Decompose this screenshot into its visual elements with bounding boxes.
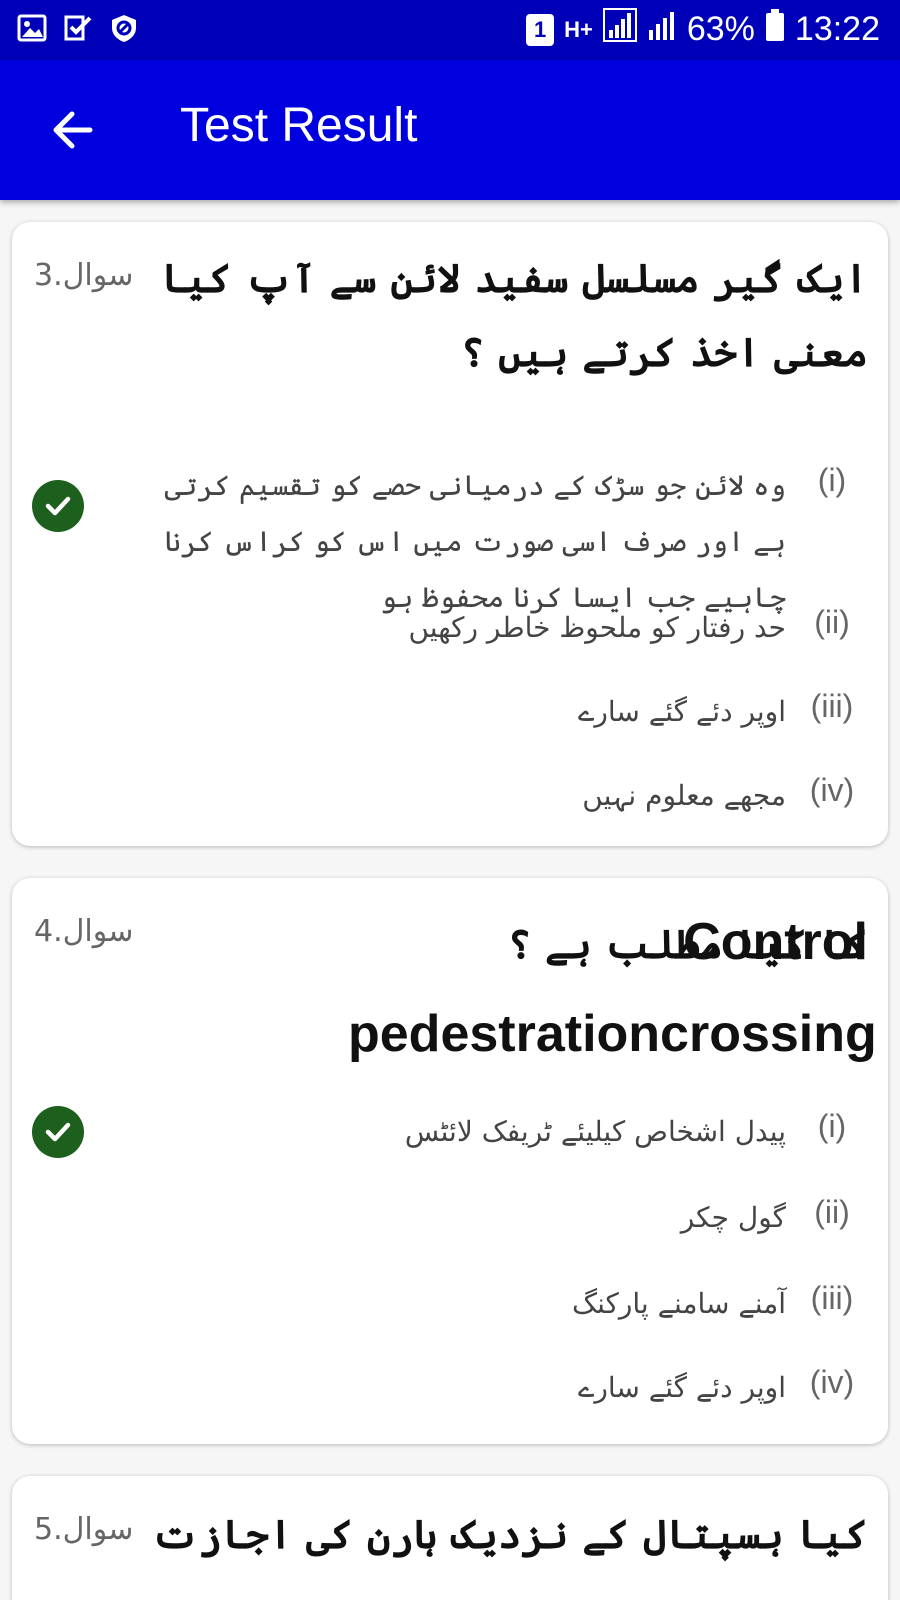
question-text: ایک گیر مسلسل سفید لائن سے آپ کیا معنی ا… — [161, 255, 868, 376]
option-item: (iv) مجھے معلوم نہیں — [68, 768, 868, 824]
battery-percent: 63% — [686, 10, 755, 48]
option-text: گول چکر — [680, 1201, 786, 1234]
check-list-icon — [62, 12, 94, 44]
option-label: (iv) — [809, 772, 855, 808]
option-item: (iii) اوپر دئے گئے سارے — [68, 684, 868, 740]
signal-icon — [602, 8, 637, 51]
question-card: 4.سوال کا کیا مطلب ہے ؟ Control pedestra… — [12, 878, 888, 1444]
option-label: (iii) — [810, 688, 854, 724]
option-label: (ii) — [814, 1194, 850, 1230]
option-item: (iii) آمنے سامنے پارکنگ — [68, 1276, 868, 1332]
option-text: مجھے معلوم نہیں — [582, 779, 786, 812]
option-item: (iv) اوپر دئے گئے سارے — [68, 1360, 868, 1416]
option-text: پیدل اشخاص کیلیئے ٹریفک لائٹس — [404, 1115, 786, 1148]
status-bar: 1 H+ 63% 13:22 — [0, 0, 900, 60]
option-label: (iv) — [809, 1364, 855, 1400]
option-label: (ii) — [814, 604, 850, 640]
option-text: حد رفتار کو ملحوظ خاطر رکھیں — [408, 611, 786, 644]
signal-icon-2 — [647, 8, 677, 51]
question-card: 3.سوال ایک گیر مسلسل سفید لائن سے آپ کیا… — [12, 222, 888, 846]
arrow-back-icon — [53, 111, 93, 149]
option-label: (iii) — [810, 1280, 854, 1316]
question-text: کیا ہسپتال کے نزدیک ہارن کی اجازت ہے — [151, 1511, 868, 1600]
clock: 13:22 — [794, 10, 880, 48]
option-item: (i) پیدل اشخاص کیلیئے ٹریفک لائٹس — [128, 1104, 868, 1160]
option-item: (ii) گول چکر — [68, 1190, 868, 1246]
results-list[interactable]: 3.سوال ایک گیر مسلسل سفید لائن سے آپ کیا… — [0, 200, 900, 1600]
battery-icon — [765, 8, 785, 51]
app-bar: Test Result — [0, 60, 900, 200]
question-text: Control pedestrationcrossing — [348, 913, 877, 1063]
option-text: اوپر دئے گئے سارے — [577, 695, 786, 728]
question-number: 5.سوال — [34, 1512, 134, 1547]
question-number: 3.سوال — [34, 258, 134, 293]
option-label: (i) — [817, 462, 847, 498]
network-type: H+ — [564, 16, 593, 42]
sim-number: 1 — [533, 16, 547, 42]
image-icon — [16, 12, 48, 44]
shield-icon — [108, 12, 140, 44]
back-button[interactable] — [42, 100, 102, 160]
option-text: اوپر دئے گئے سارے — [577, 1371, 786, 1404]
option-item: (ii) حد رفتار کو ملحوظ خاطر رکھیں — [68, 600, 868, 656]
correct-check-icon — [32, 1106, 84, 1158]
question-card: 5.سوال کیا ہسپتال کے نزدیک ہارن کی اجازت… — [12, 1476, 888, 1600]
option-label: (i) — [817, 1108, 847, 1144]
option-text: آمنے سامنے پارکنگ — [572, 1287, 786, 1320]
correct-check-icon — [32, 480, 84, 532]
sim-icon: 1 — [526, 13, 555, 46]
page-title: Test Result — [180, 99, 418, 152]
question-number: 4.سوال — [34, 914, 134, 949]
